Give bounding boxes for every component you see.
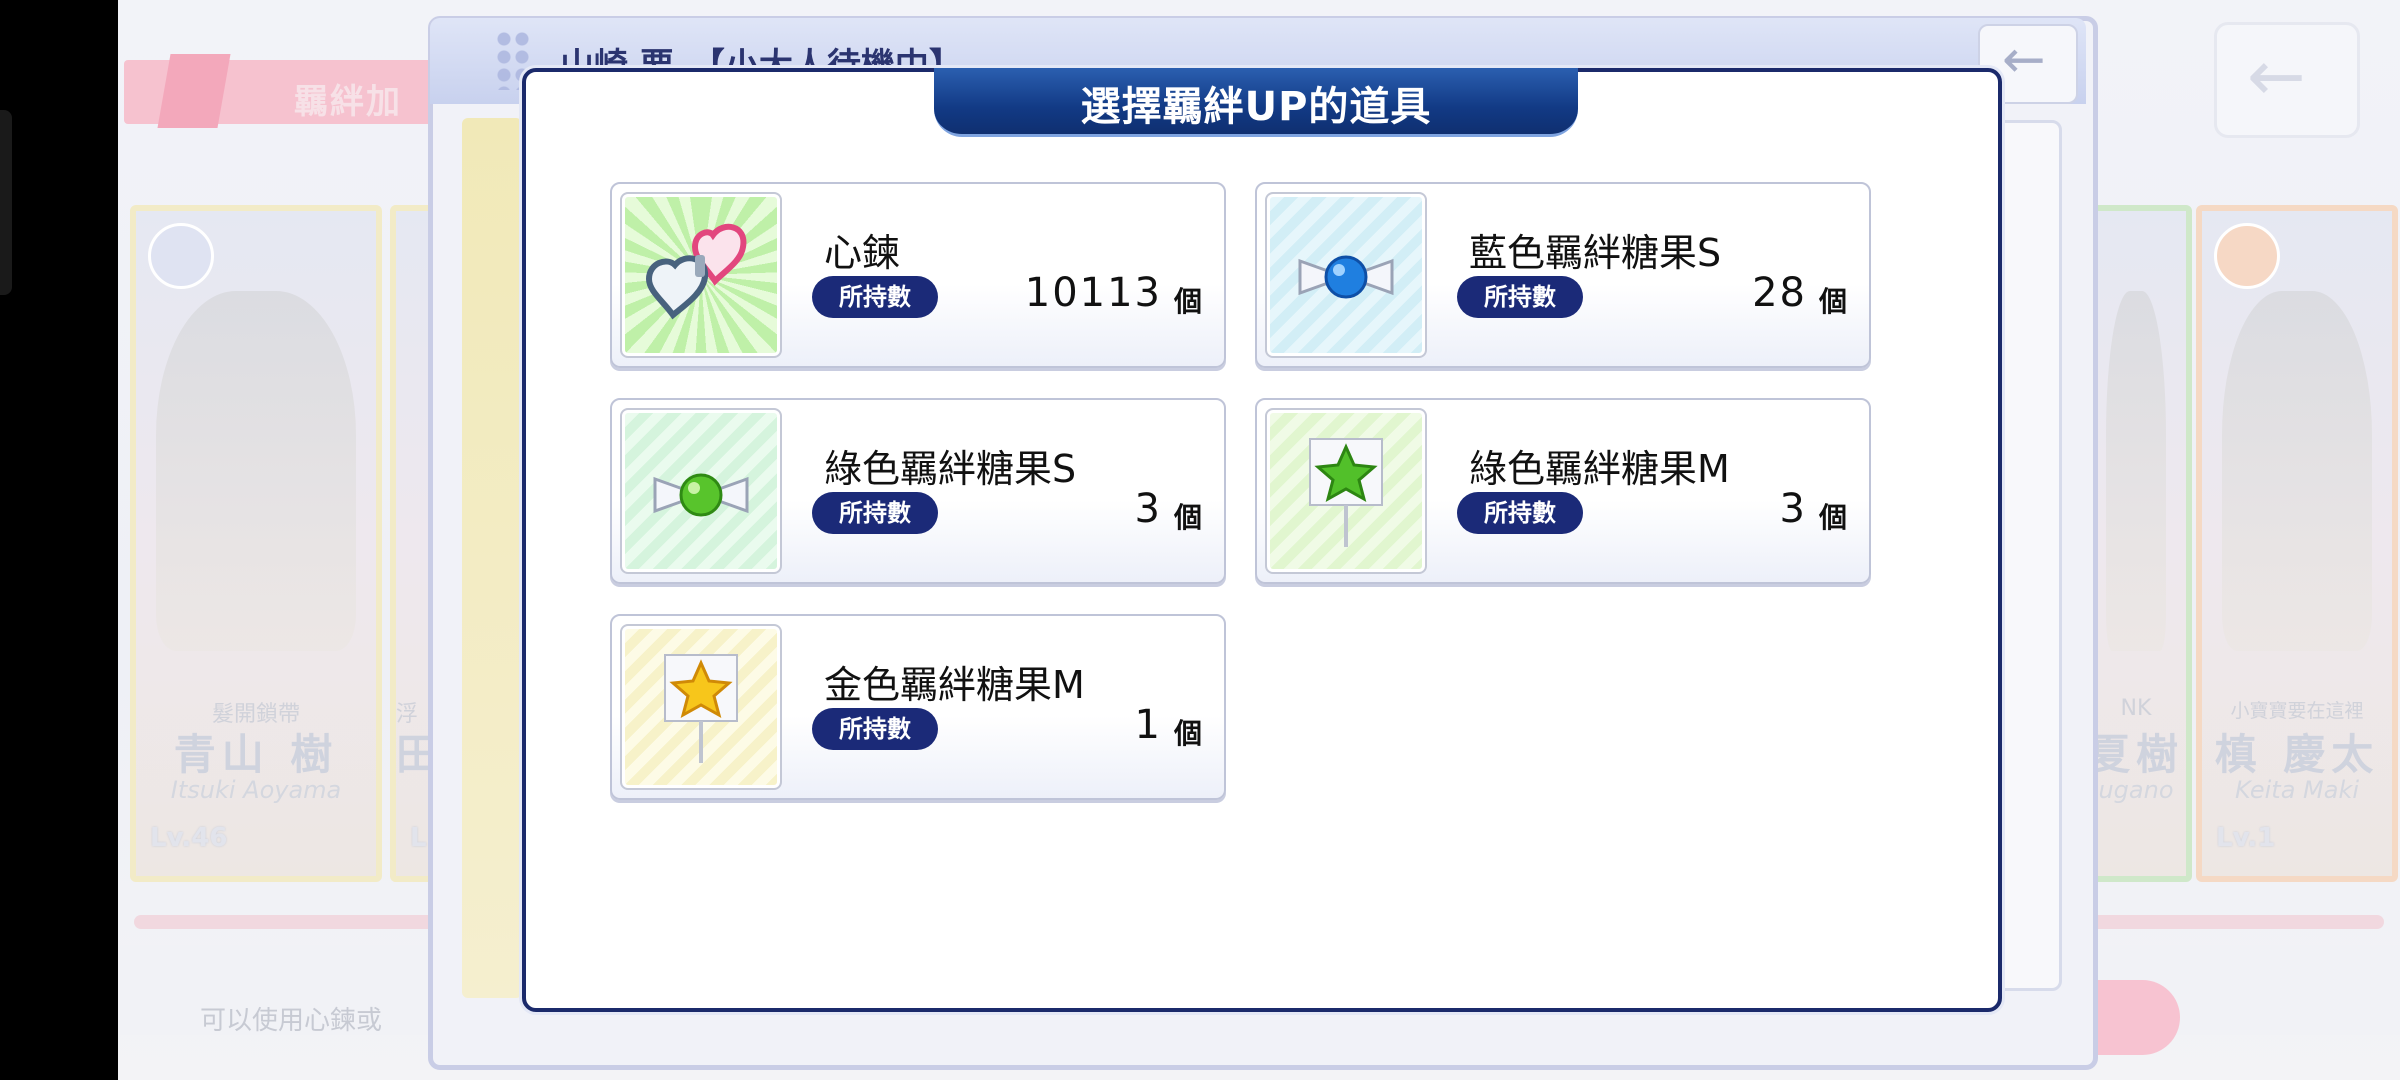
- card-name: 夏樹: [2087, 730, 2184, 779]
- item-count: 1: [1134, 702, 1162, 748]
- bond-banner-label: 羈絆加: [294, 82, 402, 122]
- back-arrow-icon: ←: [2002, 30, 2046, 90]
- green-candy-icon: [653, 473, 749, 517]
- character-portrait: [2222, 291, 2372, 651]
- item-thumbnail: [1265, 408, 1427, 574]
- green-star-lollipop-icon: [1309, 438, 1383, 547]
- item-card-gold-candy-m[interactable]: 金色羈絆糖果M 所持數 1 個: [610, 614, 1226, 800]
- item-card-green-candy-m[interactable]: 綠色羈絆糖果M 所持數 3 個: [1255, 398, 1871, 584]
- held-count-badge: 所持數: [812, 276, 938, 318]
- item-thumbnail: [1265, 192, 1427, 358]
- heart-handcuffs-icon: [645, 223, 747, 320]
- gold-star-lollipop-icon: [664, 654, 738, 763]
- count-unit: 個: [1173, 501, 1202, 534]
- card-subtitle: NK: [2120, 696, 2152, 721]
- item-thumbnail: [620, 192, 782, 358]
- bond-banner: 羈絆加: [124, 54, 464, 128]
- card-level: Lv.1: [2216, 823, 2276, 853]
- card-roman-name: ugano: [2098, 776, 2174, 804]
- attribute-icon: [2214, 223, 2280, 289]
- item-count: 3: [1779, 486, 1807, 532]
- item-thumbnail: [620, 408, 782, 574]
- held-count-badge: 所持數: [1457, 492, 1583, 534]
- side-handle[interactable]: [0, 110, 12, 295]
- item-name: 綠色羈絆糖果S: [824, 447, 1077, 491]
- held-count-badge: 所持數: [812, 492, 938, 534]
- item-card-blue-candy-s[interactable]: 藍色羈絆糖果S 所持數 28 個: [1255, 182, 1871, 368]
- back-arrow-icon: ←: [2247, 35, 2306, 117]
- blue-candy-icon: [1298, 255, 1394, 299]
- character-card[interactable]: 小寶寶要在這裡 槙 慶太 Keita Maki Lv.1: [2196, 205, 2398, 882]
- card-roman-name: Itsuki Aoyama: [170, 776, 342, 804]
- card-level: L: [410, 823, 427, 853]
- count-unit: 個: [1818, 501, 1847, 534]
- held-count-badge: 所持數: [1457, 276, 1583, 318]
- item-name: 綠色羈絆糖果M: [1469, 447, 1730, 491]
- dialog-title: 選擇羈絆UP的道具: [1080, 84, 1432, 130]
- attribute-icon: [148, 223, 214, 289]
- count-unit: 個: [1173, 285, 1202, 318]
- background-back-button[interactable]: ←: [2214, 22, 2360, 138]
- held-count-badge: 所持數: [812, 708, 938, 750]
- card-name: 青山 樹: [173, 730, 339, 779]
- item-name: 金色羈絆糖果M: [824, 663, 1085, 707]
- item-name: 心鍊: [824, 231, 901, 275]
- item-card-green-candy-s[interactable]: 綠色羈絆糖果S 所持數 3 個: [610, 398, 1226, 584]
- card-level: Lv.46: [150, 823, 228, 853]
- item-name: 藍色羈絆糖果S: [1469, 231, 1722, 275]
- card-name: 槙 慶太: [2214, 730, 2380, 779]
- count-unit: 個: [1173, 717, 1202, 750]
- character-portrait: [2106, 291, 2166, 651]
- card-frame-strip: [462, 118, 522, 998]
- count-unit: 個: [1818, 285, 1847, 318]
- character-card[interactable]: 髮開鎖帶 青山 樹 Itsuki Aoyama Lv.46: [130, 205, 382, 882]
- character-portrait: [156, 291, 356, 651]
- item-count: 28: [1752, 270, 1807, 316]
- card-roman-name: Keita Maki: [2234, 776, 2360, 804]
- bottom-hint-text: 可以使用心鍊或: [200, 1006, 383, 1036]
- item-count: 10113: [1024, 270, 1162, 316]
- item-card-heart-chain[interactable]: 心鍊 所持數 10113 個: [610, 182, 1226, 368]
- item-count: 3: [1134, 486, 1162, 532]
- star-ribbon-icon: [157, 54, 231, 128]
- item-thumbnail: [620, 624, 782, 790]
- card-subtitle: 小寶寶要在這裡: [2230, 700, 2364, 722]
- left-system-bar: [0, 0, 118, 1080]
